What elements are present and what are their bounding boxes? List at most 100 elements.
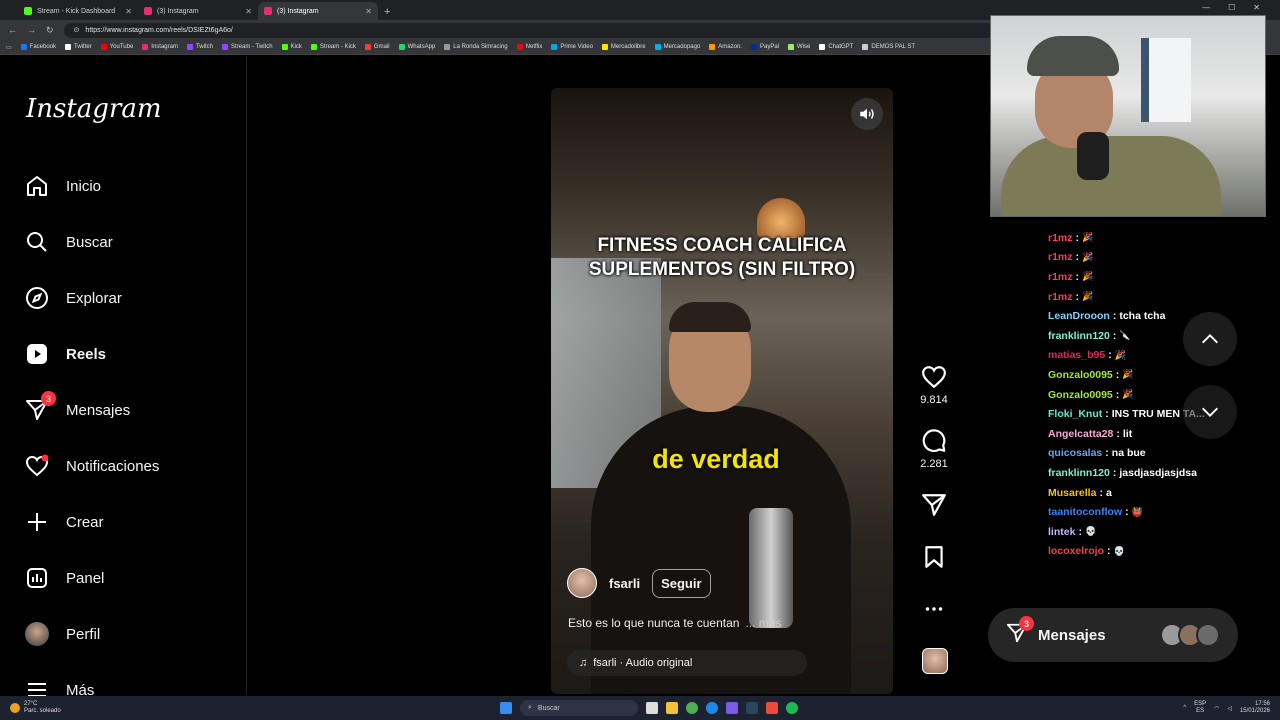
steam-icon[interactable] [746,702,758,714]
bookmark-item[interactable]: Twitter [65,44,92,50]
chat-username[interactable]: matias_b95 [1048,349,1105,361]
apps-icon[interactable]: ▭ [6,44,12,51]
chat-username[interactable]: franklinn120 [1048,467,1110,479]
audio-pill[interactable]: ♫ fsarli · Audio original [567,650,807,676]
bookmark-item[interactable]: Twitch [186,44,213,50]
edge-icon[interactable] [706,702,718,714]
close-window-icon[interactable]: ✕ [1253,3,1260,12]
language-indicator[interactable]: ESP ES [1194,701,1206,715]
chat-username[interactable]: taanitoconflow [1048,506,1122,518]
chat-username[interactable]: LeanDrooon [1048,310,1110,322]
chat-username[interactable]: Angelcatta28 [1048,428,1113,440]
windows-start-icon[interactable] [500,702,512,714]
bookmark-item[interactable]: YouTube [100,44,133,50]
bookmark-item[interactable]: PayPal [750,44,779,50]
audio-avatar[interactable] [922,648,948,674]
clock[interactable]: 17:56 15/01/2026 [1240,701,1270,715]
browser-tab[interactable]: (3) Instagram ✕ [138,2,258,20]
url-input[interactable]: ⊙ https://www.instagram.com/reels/DSIEZt… [63,22,994,38]
spotify-icon[interactable] [786,702,798,714]
bookmark-item[interactable]: Mercadopago [654,44,700,50]
bookmark-item[interactable]: ChatGPT [819,44,853,50]
sidebar-item-crear[interactable]: Crear [24,508,104,536]
sidebar-item-mensajes[interactable]: 3 Mensajes [24,391,130,424]
close-icon[interactable]: ✕ [245,7,252,16]
chevron-up-icon[interactable]: ^ [1183,705,1186,711]
chat-username[interactable]: Gonzalo0095 [1048,369,1113,381]
minimize-icon[interactable]: — [1202,3,1210,12]
like-button[interactable]: 9.814 [910,364,958,406]
sidebar-item-notificaciones[interactable]: Notificaciones [24,452,159,480]
chat-username[interactable]: Floki_Knut [1048,408,1102,420]
chat-username[interactable]: r1mz [1048,291,1073,303]
chat-username[interactable]: r1mz [1048,251,1073,263]
chrome-icon[interactable] [686,702,698,714]
chat-username[interactable]: lintek [1048,526,1075,538]
task-view-icon[interactable] [646,702,658,714]
chat-username[interactable]: locoxelrojo [1048,545,1104,557]
wifi-icon[interactable]: ◠ [1214,705,1219,712]
author-avatar[interactable] [567,568,597,598]
bookmark-item[interactable]: Instagram [142,44,178,50]
close-icon[interactable]: ✕ [365,7,372,16]
reel-video[interactable]: FITNESS COACH CALIFICA SUPLEMENTOS (SIN … [551,88,893,694]
forward-icon[interactable]: → [27,25,36,35]
bookmark-item[interactable]: Facebook [20,44,56,50]
bookmark-item[interactable]: Mercadolibre [601,44,646,50]
bookmark-item[interactable]: Stream - Twitch [221,44,273,50]
chat-username[interactable]: franklinn120 [1048,330,1110,342]
bookmark-item[interactable]: Prime Video [551,44,593,50]
browser-tab[interactable]: Stream - Kick Dashboard ✕ [18,2,138,20]
maximize-icon[interactable]: ☐ [1228,3,1235,12]
chat-username[interactable]: r1mz [1048,271,1073,283]
sidebar-item-label: Reels [66,345,107,363]
bookmark-item[interactable]: Kick [281,44,302,50]
sidebar-item-perfil[interactable]: Perfil [24,620,100,648]
browser-tab-active[interactable]: (3) Instagram ✕ [258,2,378,20]
reload-icon[interactable]: ↻ [46,25,54,36]
bookmark-item[interactable]: Netflix [516,44,542,50]
more-options-button[interactable] [910,596,958,626]
sidebar-item-panel[interactable]: Panel [24,564,104,592]
chat-username[interactable]: Musarella [1048,487,1096,499]
sound-toggle-button[interactable] [851,98,883,130]
sidebar-item-explorar[interactable]: Explorar [24,284,122,312]
weather-widget[interactable]: 27°C Parc. soleado [10,701,61,715]
follow-button[interactable]: Seguir [652,568,711,598]
bookmark-item[interactable]: Wise [788,44,810,50]
messages-panel-button[interactable]: 3 Mensajes [988,608,1238,662]
chat-username[interactable]: quicosalas [1048,447,1102,459]
next-reel-button[interactable] [1183,385,1237,439]
volume-icon[interactable]: ◁ [1227,705,1232,712]
bookmark-item[interactable]: La Ronda Simracing [444,44,508,50]
share-button[interactable] [910,492,958,522]
chat-username[interactable]: r1mz [1048,232,1073,244]
previous-reel-button[interactable] [1183,312,1237,366]
app-icon[interactable] [726,702,738,714]
bookmark-item[interactable]: DEMOS PAL ST [862,44,915,50]
taskbar-search[interactable]: ⌕ Buscar [520,700,638,716]
sidebar-item-buscar[interactable]: Buscar [24,228,113,256]
instagram-logo[interactable]: Instagram [26,94,162,124]
site-info-icon[interactable]: ⊙ [74,26,80,34]
new-tab-button[interactable]: + [384,6,390,18]
back-icon[interactable]: ← [8,25,17,35]
chat-emote-icon: 💀 [1113,545,1125,556]
bookmark-item[interactable]: Amazon. [709,44,742,50]
more-icon [925,607,943,611]
close-icon[interactable]: ✕ [125,7,132,16]
bookmark-item[interactable]: Gmail [364,44,390,50]
file-explorer-icon[interactable] [666,702,678,714]
sidebar-item-reels[interactable]: Reels [24,340,106,368]
bookmark-item[interactable]: WhatsApp [398,44,435,50]
sidebar-item-inicio[interactable]: Inicio [24,172,101,200]
chat-username[interactable]: Gonzalo0095 [1048,389,1113,401]
bookmark-item[interactable]: Stream - Kick [310,44,356,50]
app-icon[interactable] [766,702,778,714]
more-link[interactable]: ... más [745,616,781,630]
kick-icon [24,7,32,15]
save-button[interactable] [910,544,958,574]
bookmark-label: Mercadolibre [610,44,646,50]
author-name[interactable]: fsarli [609,576,640,591]
comment-button[interactable]: 2.281 [910,428,958,470]
